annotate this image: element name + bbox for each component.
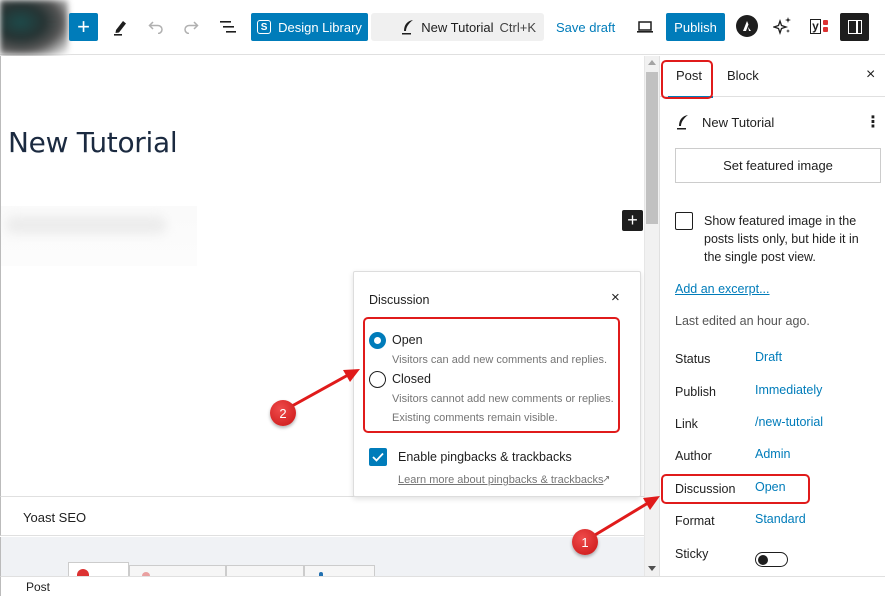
feather-icon (677, 115, 688, 130)
sparkle-icon (773, 17, 791, 36)
ai-assistant-button[interactable] (771, 14, 795, 38)
close-popover-icon[interactable]: × (611, 289, 620, 306)
popover-title: Discussion (369, 293, 430, 307)
more-options-icon[interactable]: ⋮ (865, 112, 881, 132)
close-sidebar-icon[interactable]: × (866, 66, 875, 84)
publish-button[interactable]: Publish (666, 13, 725, 41)
design-library-button[interactable]: S Design Library (251, 13, 368, 41)
yoast-seo-title: Yoast SEO (23, 510, 87, 525)
link-label: Link (675, 417, 698, 431)
radio-open[interactable] (369, 332, 386, 349)
tab-block[interactable]: Block (727, 68, 759, 83)
status-label: Status (675, 352, 711, 366)
post-title[interactable]: New Tutorial (8, 126, 178, 159)
laptop-icon (637, 21, 653, 33)
block-breadcrumb-footer: Post (0, 576, 885, 596)
sticky-label: Sticky (675, 547, 709, 561)
annotation-step-1-badge: 1 (572, 529, 598, 555)
yoast-metabox-content (0, 537, 644, 576)
format-label: Format (675, 514, 715, 528)
command-post-title: New Tutorial (421, 19, 494, 35)
sticky-toggle[interactable] (755, 552, 788, 567)
option-open-label[interactable]: Open (392, 333, 423, 347)
yoast-tab[interactable] (129, 565, 226, 576)
set-featured-image-button[interactable]: Set featured image (675, 148, 881, 183)
stackable-icon: S (257, 20, 272, 34)
astra-settings-button[interactable] (736, 15, 758, 37)
sidebar-panel-icon (847, 20, 862, 34)
tab-post[interactable]: Post (667, 68, 714, 98)
breadcrumb-post[interactable]: Post (26, 580, 50, 594)
site-logo-blurred[interactable] (0, 0, 68, 55)
checkmark-icon (372, 452, 384, 462)
command-shortcut: Ctrl+K (499, 19, 536, 35)
author-button[interactable]: Admin (755, 447, 790, 461)
permalink-button[interactable]: /new-tutorial (755, 415, 823, 429)
list-view-icon (220, 21, 236, 33)
pingbacks-learn-more-link[interactable]: Learn more about pingbacks & trackbacks (398, 474, 603, 486)
add-excerpt-link[interactable]: Add an excerpt... (675, 282, 770, 296)
settings-sidebar: Post Block × New Tutorial ⋮ Set featured… (659, 56, 885, 576)
hide-featured-image-checkbox[interactable] (675, 212, 693, 230)
add-block-button[interactable]: + (69, 13, 98, 41)
scroll-up-arrow-icon[interactable] (648, 60, 656, 65)
undo-icon (148, 21, 163, 34)
document-overview-button[interactable] (217, 15, 239, 39)
tools-button[interactable] (110, 15, 132, 39)
radio-closed[interactable] (369, 371, 386, 388)
discussion-button[interactable]: Open (755, 480, 786, 494)
publish-label: Publish (675, 385, 716, 399)
scroll-down-arrow-icon[interactable] (648, 566, 656, 571)
sidebar-post-name: New Tutorial (702, 114, 775, 130)
preview-button[interactable] (634, 15, 656, 39)
block-inserter-button[interactable]: + (622, 210, 643, 231)
yoast-seo-button[interactable]: y (806, 14, 832, 38)
feather-icon (402, 20, 414, 35)
yoast-tab[interactable] (226, 565, 304, 576)
external-link-icon: ↗ (602, 474, 611, 485)
pingbacks-label: Enable pingbacks & trackbacks (398, 450, 572, 464)
pen-icon (114, 21, 126, 36)
discussion-label: Discussion (675, 482, 736, 496)
post-summary-header: New Tutorial (676, 114, 774, 130)
command-palette-button[interactable]: New Tutorial Ctrl+K (371, 13, 544, 41)
author-label: Author (675, 449, 712, 463)
editor-top-toolbar: + S Design Library New Tutorial Ctrl+K S… (0, 0, 885, 55)
last-edited-text: Last edited an hour ago. (675, 314, 810, 328)
save-draft-button[interactable]: Save draft (556, 13, 615, 41)
redo-icon (184, 21, 199, 34)
settings-sidebar-toggle[interactable] (840, 13, 869, 41)
yoast-tab[interactable] (68, 562, 129, 576)
seo-score-indicator (822, 20, 828, 32)
annotation-step-2-badge: 2 (270, 400, 296, 426)
option-open-help: Visitors can add new comments and replie… (392, 354, 608, 366)
status-value-button[interactable]: Draft (755, 350, 782, 364)
option-closed-help-2: Existing comments remain visible. (392, 412, 558, 424)
publish-date-button[interactable]: Immediately (755, 383, 822, 397)
format-button[interactable]: Standard (755, 512, 806, 526)
redo-button[interactable] (180, 15, 202, 39)
yoast-tab[interactable] (304, 565, 375, 576)
yoast-icon: y (810, 18, 821, 34)
editor-scrollbar[interactable] (644, 56, 659, 576)
scroll-thumb[interactable] (646, 72, 658, 224)
undo-button[interactable] (145, 15, 167, 39)
astra-icon (743, 21, 751, 31)
discussion-popover: Discussion × Open Visitors can add new c… (353, 271, 641, 497)
yoast-seo-metabox-header[interactable]: Yoast SEO (0, 496, 644, 536)
sidebar-tabs: Post Block × (660, 56, 885, 98)
design-library-label: Design Library (278, 19, 362, 35)
option-closed-label[interactable]: Closed (392, 372, 431, 386)
pingbacks-checkbox[interactable] (369, 448, 387, 466)
hide-featured-image-label: Show featured image in the posts lists o… (704, 214, 859, 264)
option-closed-help: Visitors cannot add new comments or repl… (392, 393, 614, 405)
blurred-paragraph-block[interactable] (1, 206, 197, 266)
